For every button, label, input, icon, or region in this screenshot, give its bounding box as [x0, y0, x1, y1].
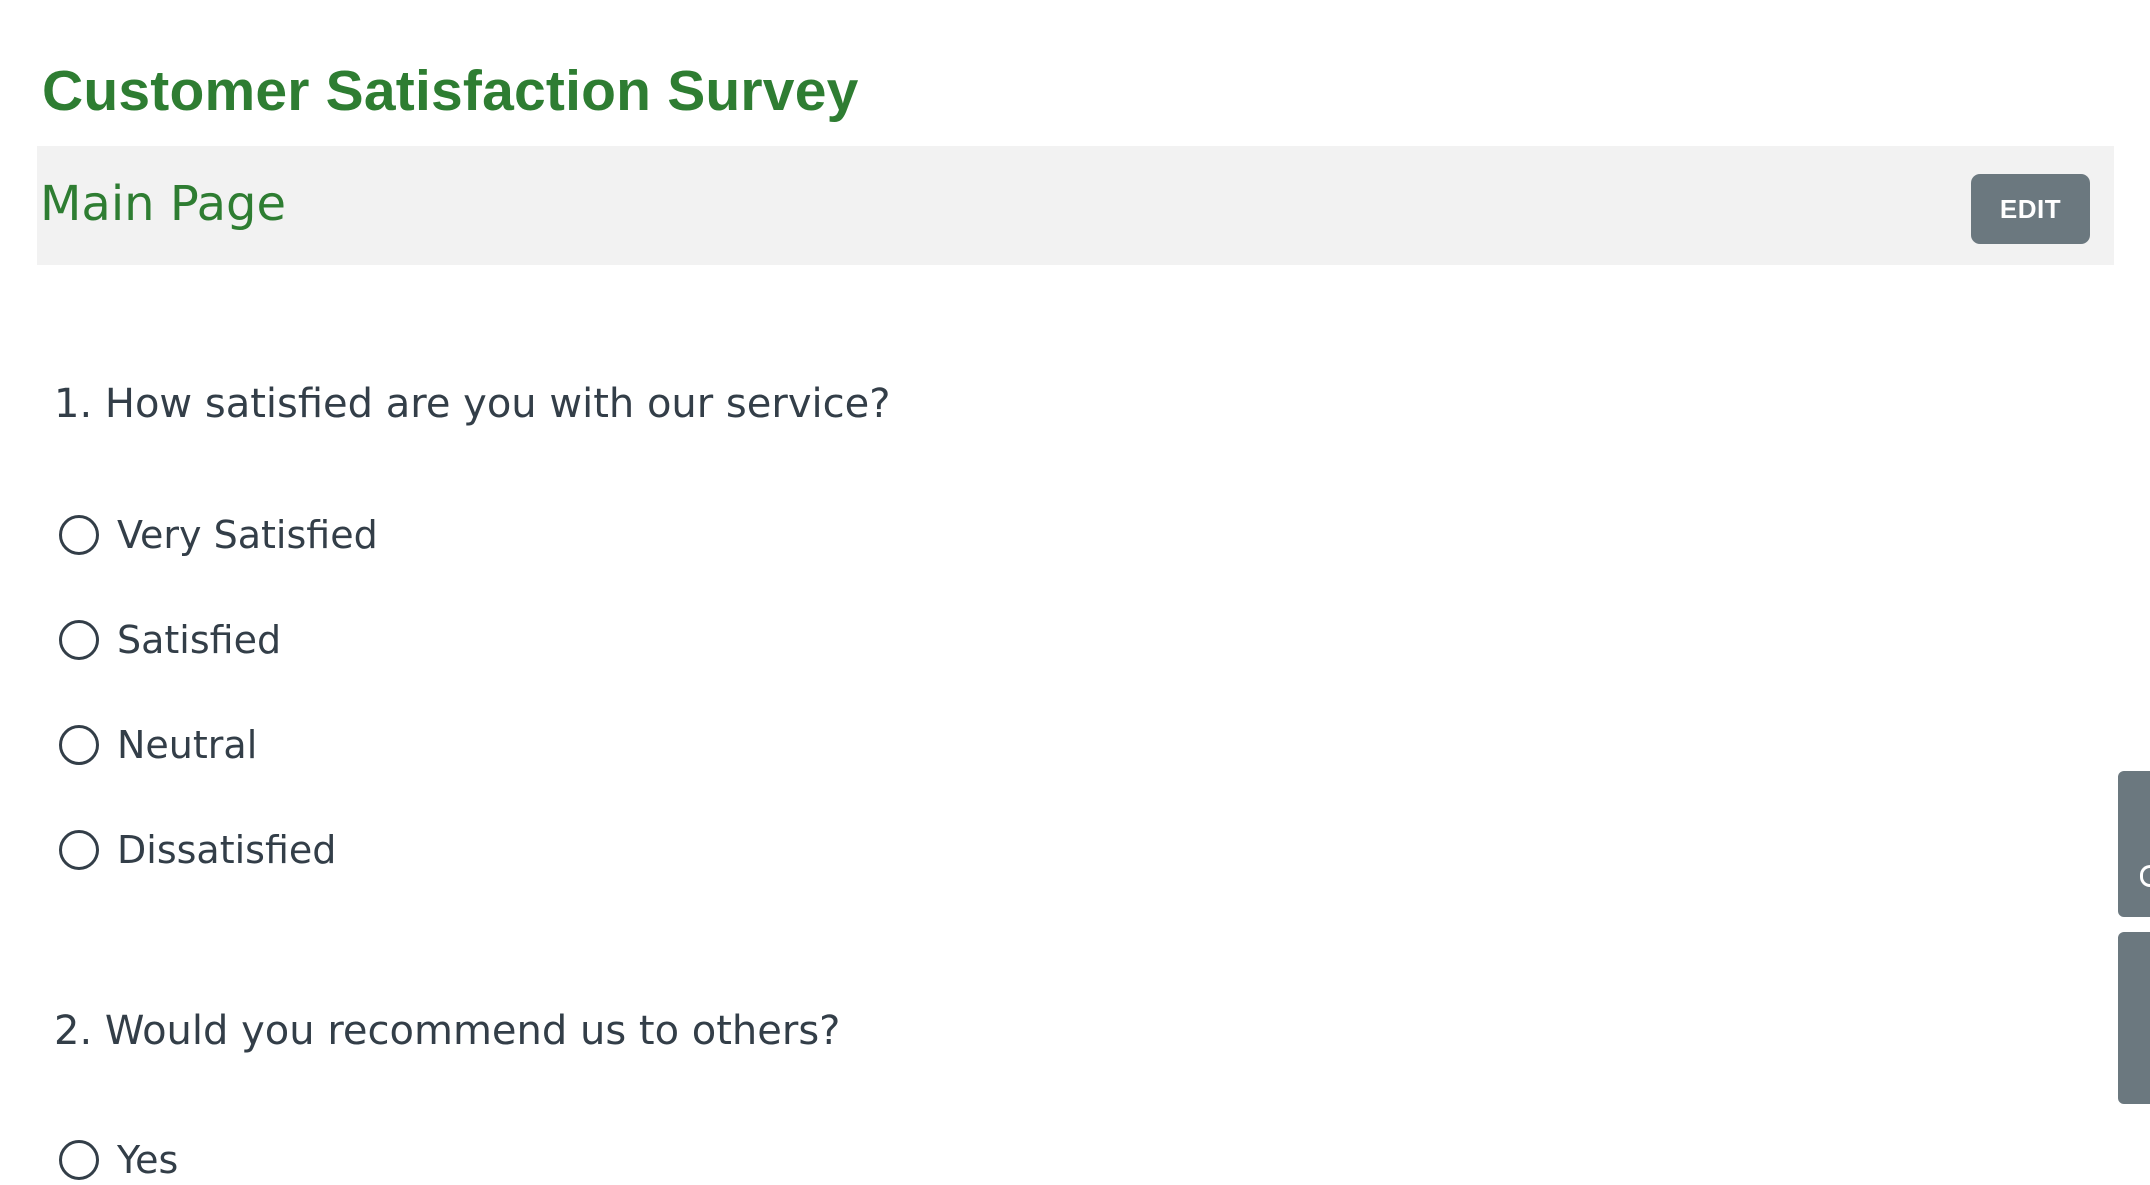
answer-option-neutral[interactable]: Neutral — [59, 720, 257, 770]
question-1: 1. How satisfied are you with our servic… — [54, 377, 891, 872]
side-help-tab[interactable] — [2118, 932, 2150, 1104]
page-title: Main Page — [40, 176, 287, 232]
radio-button[interactable] — [59, 515, 99, 555]
question-2-text: 2. Would you recommend us to others? — [54, 1008, 841, 1054]
question-2: 2. Would you recommend us to others? Yes — [54, 1004, 841, 1182]
survey-title: Customer Satisfaction Survey — [42, 59, 859, 123]
radio-button[interactable] — [59, 725, 99, 765]
answer-option-label: Very Satisfied — [117, 513, 378, 557]
answer-option-yes[interactable]: Yes — [59, 1135, 178, 1185]
answer-option-very-satisfied[interactable]: Very Satisfied — [59, 510, 378, 560]
answer-option-label: Yes — [117, 1138, 179, 1182]
page-header-bar: Main Page EDIT — [37, 146, 2114, 265]
edit-page-button[interactable]: EDIT — [1971, 174, 2090, 244]
side-feedback-tab[interactable] — [2118, 771, 2150, 917]
tab-glyph-icon — [2140, 865, 2150, 887]
answer-option-dissatisfied[interactable]: Dissatisfied — [59, 825, 336, 875]
answer-option-label: Satisfied — [117, 618, 282, 662]
answer-option-label: Neutral — [117, 723, 258, 767]
question-1-text: 1. How satisfied are you with our servic… — [54, 381, 891, 427]
radio-button[interactable] — [59, 1140, 99, 1180]
answer-option-label: Dissatisfied — [117, 828, 337, 872]
radio-button[interactable] — [59, 830, 99, 870]
radio-button[interactable] — [59, 620, 99, 660]
answer-option-satisfied[interactable]: Satisfied — [59, 615, 281, 665]
